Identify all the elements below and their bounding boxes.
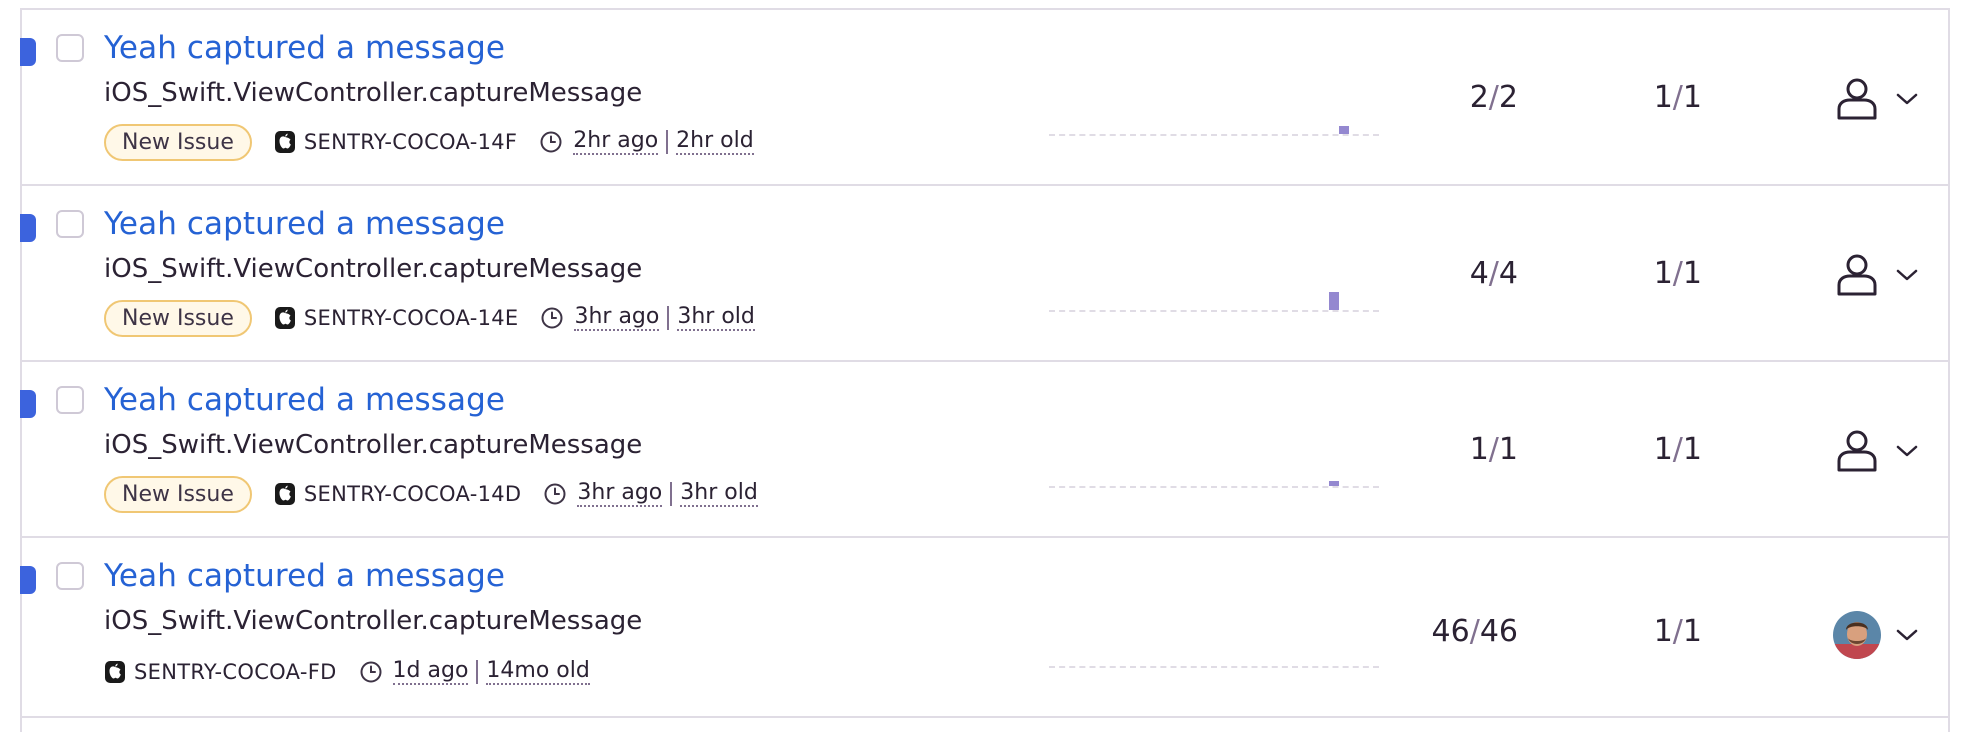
issue-culprit: iOS_Swift.ViewController.captureMessage (104, 430, 643, 460)
last-seen[interactable]: 3hr ago (574, 304, 660, 332)
graph-bar (1339, 126, 1349, 134)
apple-project-icon (274, 483, 295, 505)
divider (666, 130, 669, 154)
unassigned-user-icon[interactable] (1832, 426, 1882, 476)
first-seen[interactable]: 14mo old (486, 658, 590, 686)
events-count: 46/46 (1431, 614, 1518, 649)
issue-culprit: iOS_Swift.ViewController.captureMessage (104, 606, 643, 636)
divider (476, 660, 479, 684)
chevron-down-icon[interactable] (1894, 442, 1920, 460)
issue-title-link[interactable]: Yeah captured a message (104, 206, 505, 242)
issue-meta: New Issue SENTRY-COCOA-14F 2hr ago 2hr o… (104, 122, 754, 162)
first-seen[interactable]: 3hr old (680, 480, 758, 508)
issue-culprit: iOS_Swift.ViewController.captureMessage (104, 78, 643, 108)
issue-title-link[interactable]: Yeah captured a message (104, 382, 505, 418)
unread-indicator (20, 38, 36, 66)
issue-row[interactable]: Yeah captured a message iOS_Swift.ViewCo… (20, 538, 1948, 718)
graph-bar (1329, 481, 1339, 486)
select-checkbox[interactable] (56, 210, 84, 238)
issue-meta: SENTRY-COCOA-FD 1d ago 14mo old (104, 652, 590, 692)
users-count: 1/1 (1653, 614, 1702, 649)
unread-indicator (20, 214, 36, 242)
clock-icon (541, 307, 563, 329)
divider (667, 306, 670, 330)
divider (670, 482, 673, 506)
issue-list: Yeah captured a message iOS_Swift.ViewCo… (20, 8, 1950, 732)
graph-baseline (1049, 134, 1379, 136)
unread-indicator (20, 390, 36, 418)
issue-short-id[interactable]: SENTRY-COCOA-14D (304, 482, 522, 506)
graph-baseline (1049, 486, 1379, 488)
last-seen[interactable]: 1d ago (392, 658, 469, 686)
issue-short-id[interactable]: SENTRY-COCOA-14E (304, 306, 519, 330)
issue-culprit: iOS_Swift.ViewController.captureMessage (104, 254, 643, 284)
new-issue-badge: New Issue (104, 475, 252, 513)
select-checkbox[interactable] (56, 562, 84, 590)
issue-row[interactable]: Yeah captured a message iOS_Swift.ViewCo… (20, 186, 1948, 362)
issue-short-id[interactable]: SENTRY-COCOA-14F (304, 130, 517, 154)
issue-title-link[interactable]: Yeah captured a message (104, 558, 505, 594)
apple-project-icon (274, 307, 295, 329)
issue-row[interactable]: Yeah captured a message iOS_Swift.ViewCo… (20, 10, 1948, 186)
last-seen[interactable]: 3hr ago (577, 480, 663, 508)
events-count: 1/1 (1469, 432, 1518, 467)
select-checkbox[interactable] (56, 34, 84, 62)
chevron-down-icon[interactable] (1894, 90, 1920, 108)
event-graph (1049, 614, 1379, 668)
clock-icon (544, 483, 566, 505)
chevron-down-icon[interactable] (1894, 626, 1920, 644)
select-checkbox[interactable] (56, 386, 84, 414)
issue-meta: New Issue SENTRY-COCOA-14D 3hr ago 3hr o… (104, 474, 758, 514)
graph-baseline (1049, 310, 1379, 312)
chevron-down-icon[interactable] (1894, 266, 1920, 284)
graph-baseline (1049, 666, 1379, 668)
apple-project-icon (274, 131, 295, 153)
first-seen[interactable]: 2hr old (676, 128, 754, 156)
new-issue-badge: New Issue (104, 299, 252, 337)
event-graph (1049, 434, 1379, 488)
unread-indicator (20, 566, 36, 594)
issue-row[interactable]: Yeah captured a message iOS_Swift.ViewCo… (20, 362, 1948, 538)
unassigned-user-icon[interactable] (1832, 74, 1882, 124)
users-count: 1/1 (1653, 80, 1702, 115)
issue-title-link[interactable]: Yeah captured a message (104, 30, 505, 66)
last-seen[interactable]: 2hr ago (573, 128, 659, 156)
first-seen[interactable]: 3hr old (677, 304, 755, 332)
issue-meta: New Issue SENTRY-COCOA-14E 3hr ago 3hr o… (104, 298, 755, 338)
event-graph (1049, 82, 1379, 136)
clock-icon (360, 661, 382, 683)
clock-icon (540, 131, 562, 153)
events-count: 4/4 (1469, 256, 1518, 291)
users-count: 1/1 (1653, 256, 1702, 291)
users-count: 1/1 (1653, 432, 1702, 467)
issue-short-id[interactable]: SENTRY-COCOA-FD (134, 660, 337, 684)
apple-project-icon (105, 661, 125, 683)
user-avatar[interactable] (1832, 610, 1882, 660)
event-graph (1049, 258, 1379, 312)
graph-bar (1329, 292, 1339, 310)
new-issue-badge: New Issue (104, 123, 252, 161)
unassigned-user-icon[interactable] (1832, 250, 1882, 300)
events-count: 2/2 (1469, 80, 1518, 115)
